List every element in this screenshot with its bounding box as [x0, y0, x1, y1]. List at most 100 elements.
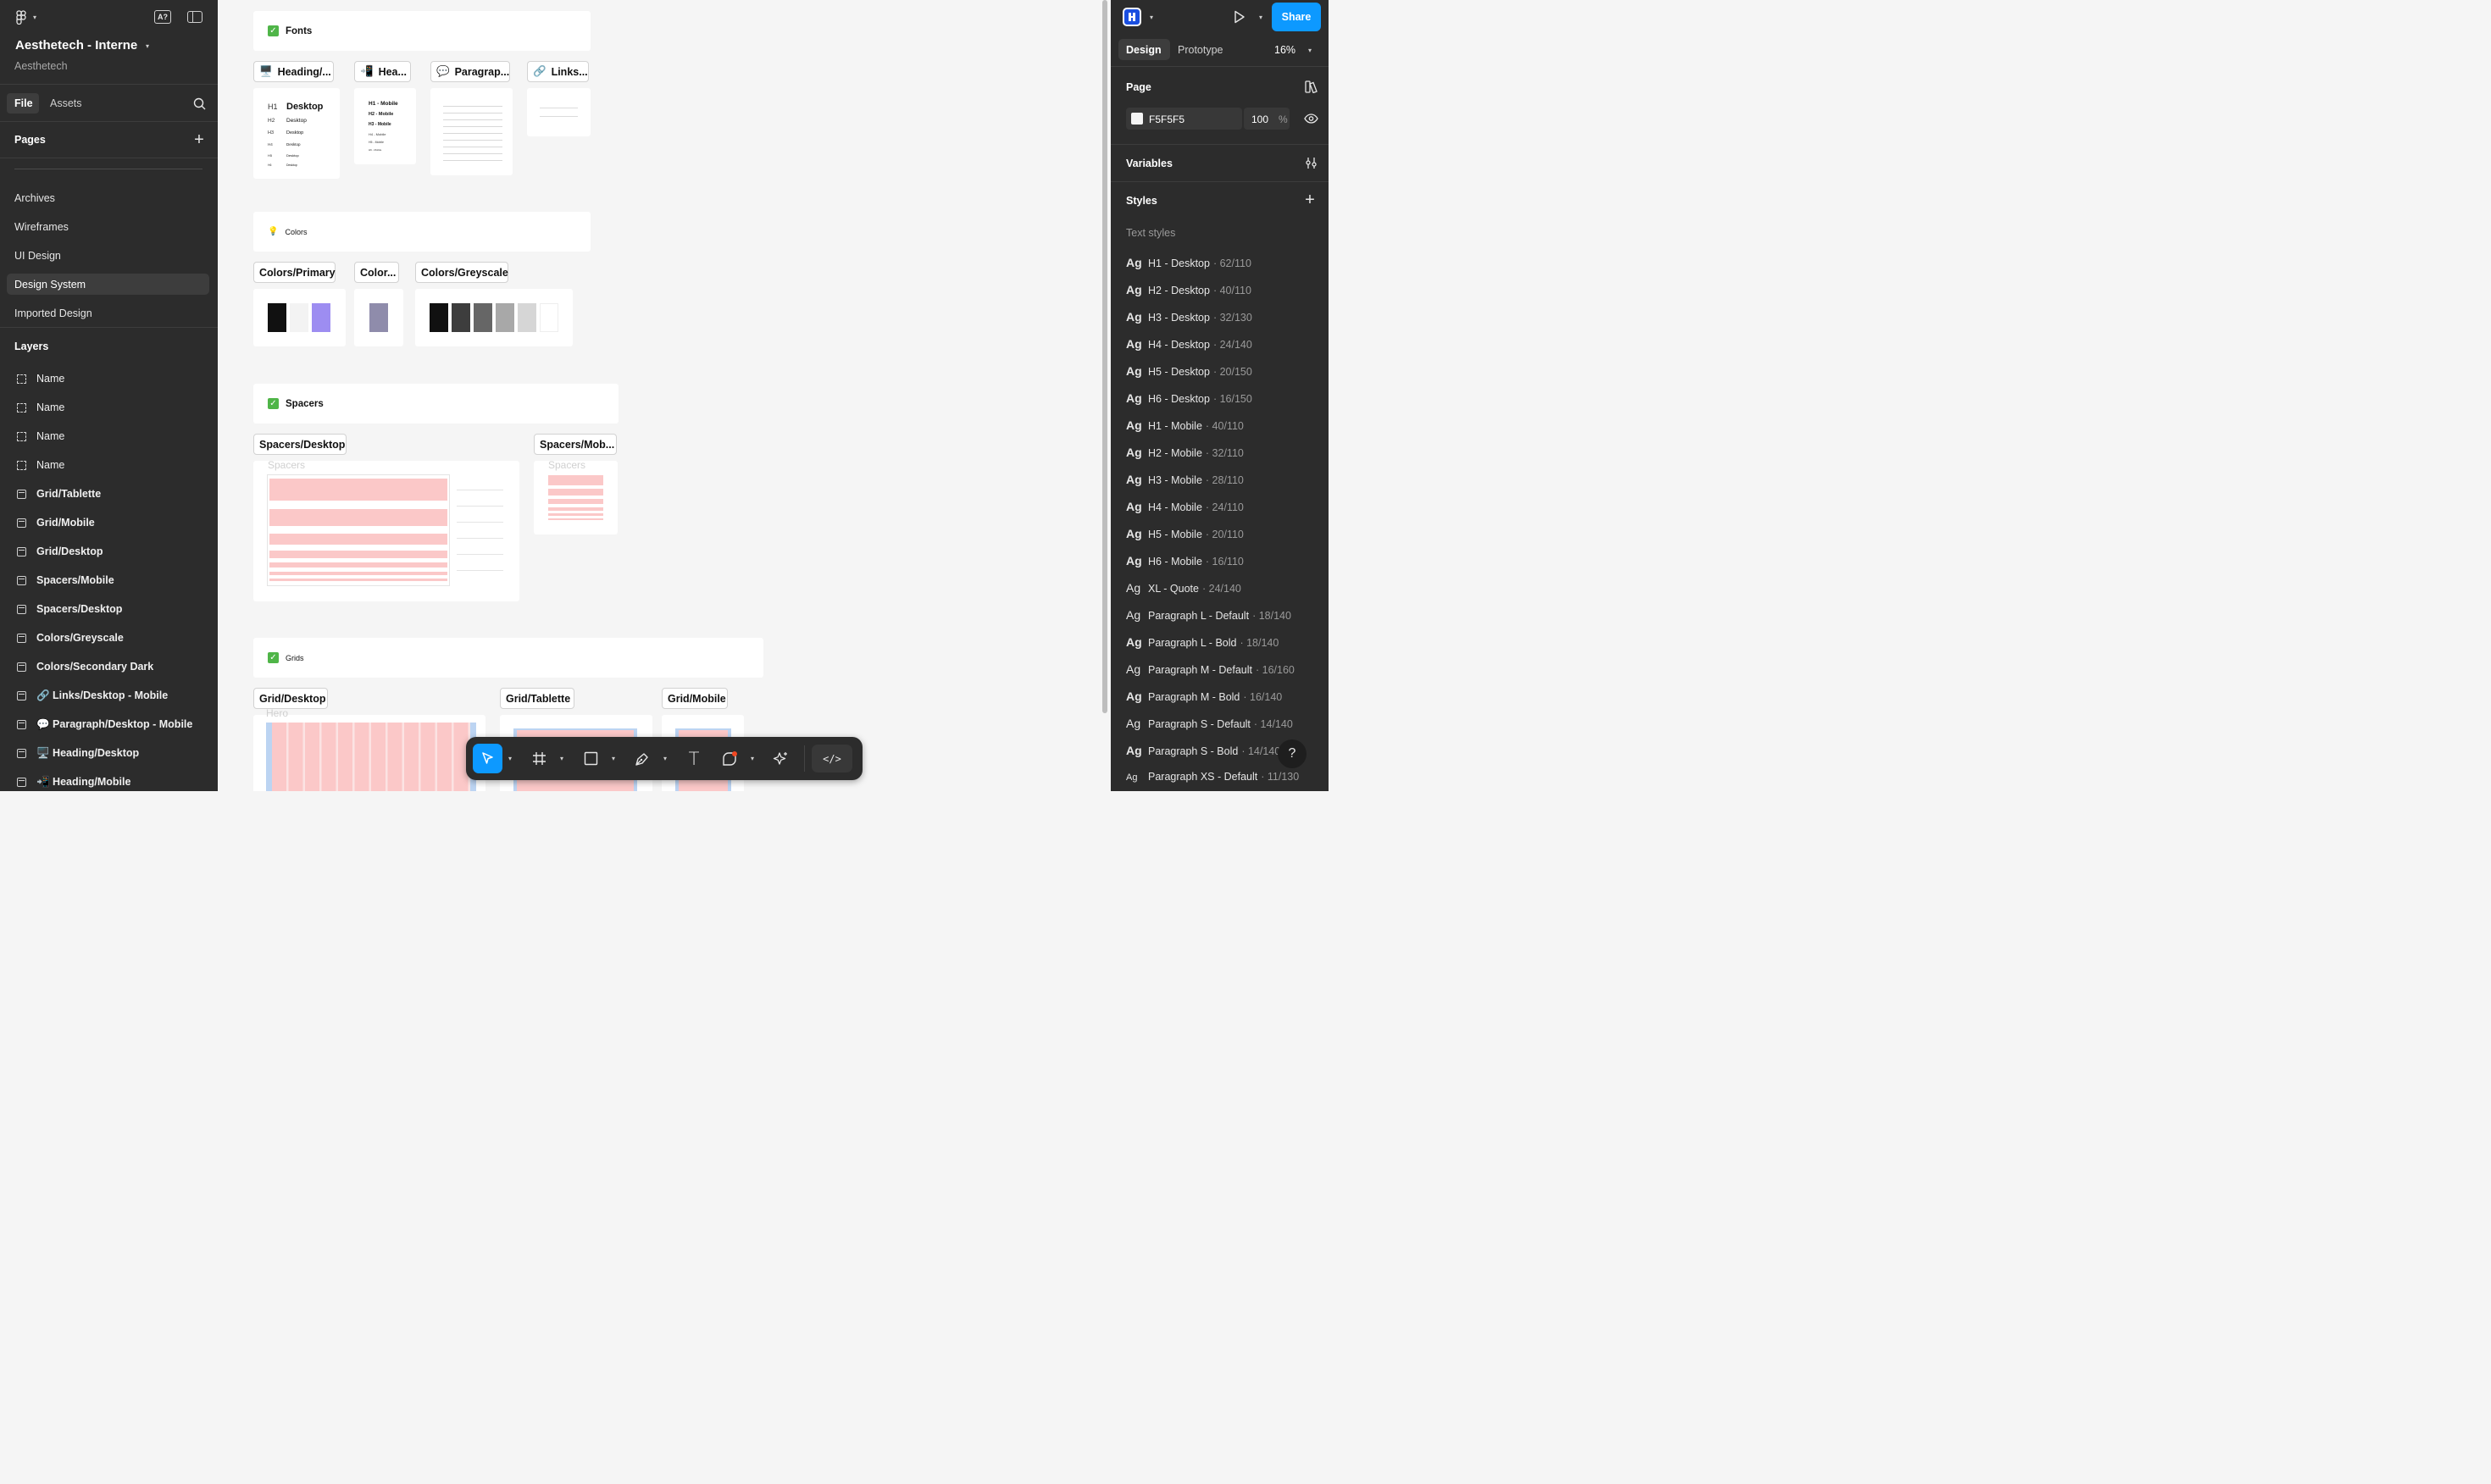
page-archives[interactable]: Archives	[14, 192, 55, 204]
spacers-section-header[interactable]: ✓ Spacers	[253, 384, 619, 424]
layer-row[interactable]: Spacers/Mobile	[0, 566, 218, 595]
layer-row[interactable]: Name	[0, 422, 218, 451]
share-button[interactable]: Share	[1272, 3, 1321, 31]
variables-settings-icon[interactable]	[1303, 155, 1318, 170]
add-style-icon[interactable]: +	[1302, 191, 1318, 209]
text-style-item[interactable]: Ag Paragraph M - Bold · 16/140	[1126, 689, 1282, 703]
play-icon[interactable]	[1232, 9, 1247, 25]
layer-row[interactable]: 💬 Paragraph/Desktop - Mobile	[0, 710, 218, 739]
text-style-item[interactable]: Ag H6 - Mobile · 16/110	[1126, 554, 1244, 568]
search-icon[interactable]	[191, 96, 207, 111]
tab-prototype[interactable]: Prototype	[1178, 44, 1223, 56]
eye-icon[interactable]	[1302, 111, 1319, 126]
page-opacity-value[interactable]: 100	[1251, 114, 1268, 125]
spacers-desktop-frame[interactable]: Spacers	[253, 459, 519, 601]
help-button[interactable]: ?	[1278, 739, 1307, 768]
text-style-item[interactable]: Ag Paragraph S - Bold · 14/140	[1126, 744, 1280, 757]
layer-row[interactable]: Name	[0, 393, 218, 422]
frame-tag-links[interactable]: 🔗 Links...	[527, 61, 589, 82]
text-style-item[interactable]: Ag H2 - Desktop · 40/110	[1126, 283, 1251, 296]
sidebar-toggle-icon[interactable]	[187, 11, 202, 23]
frame-tag-colors-primary[interactable]: Colors/Primary	[253, 262, 336, 283]
text-style-item[interactable]: Ag H4 - Desktop · 24/140	[1126, 337, 1252, 351]
page-wireframes[interactable]: Wireframes	[14, 221, 69, 233]
frame-tag-paragraph[interactable]: 💬 Paragrap...	[430, 61, 510, 82]
layer-row[interactable]: 🖥️ Heading/Desktop	[0, 739, 218, 767]
chevron-down-icon[interactable]: ▾	[1257, 12, 1265, 22]
fonts-section-header[interactable]: ✓ Fonts	[253, 11, 591, 51]
text-style-item[interactable]: Ag H4 - Mobile · 24/110	[1126, 500, 1244, 513]
color-swatch[interactable]	[496, 303, 514, 332]
text-style-item[interactable]: Ag Paragraph S - Default · 14/140	[1126, 717, 1293, 730]
frame-tag-grid-tablette[interactable]: Grid/Tablette	[500, 688, 574, 709]
color-swatch[interactable]	[430, 303, 448, 332]
grids-section-header[interactable]: ✓ Grids	[253, 638, 763, 678]
color-swatch[interactable]	[474, 303, 492, 332]
text-style-item[interactable]: Ag Paragraph XS - Default · 11/130	[1126, 771, 1299, 783]
layer-row[interactable]: Colors/Greyscale	[0, 623, 218, 652]
shape-tool-button[interactable]	[718, 737, 741, 780]
add-page-icon[interactable]: +	[191, 130, 207, 149]
chevron-down-icon[interactable]: ▾	[1306, 45, 1314, 55]
layer-row[interactable]: Grid/Tablette	[0, 479, 218, 508]
page-color-swatch[interactable]	[1131, 113, 1143, 125]
heading-mobile-frame[interactable]: H1 - Mobile H2 - Mobile H3 - Mobile H4 -…	[354, 88, 416, 164]
variables-heading[interactable]: Variables	[1126, 158, 1173, 169]
text-style-item[interactable]: Ag H6 - Desktop · 16/150	[1126, 391, 1252, 405]
text-style-item[interactable]: Ag H2 - Mobile · 32/110	[1126, 446, 1244, 459]
paragraph-frame[interactable]	[430, 88, 513, 175]
color-swatch[interactable]	[540, 303, 558, 332]
text-style-item[interactable]: Ag Paragraph L - Default · 18/140	[1126, 608, 1291, 622]
color-swatch[interactable]	[290, 303, 308, 332]
frame-tag-colors-greyscale[interactable]: Colors/Greyscale	[415, 262, 508, 283]
layer-row[interactable]: 🔗 Links/Desktop - Mobile	[0, 681, 218, 710]
file-title[interactable]: Aesthetech - Interne	[15, 38, 137, 53]
colors-section-header[interactable]: 💡 Colors	[253, 212, 591, 252]
color-swatch[interactable]	[452, 303, 470, 332]
chevron-down-icon[interactable]: ▾	[143, 41, 152, 51]
zoom-level[interactable]: 16%	[1274, 44, 1295, 56]
text-style-item[interactable]: Ag Paragraph L - Bold · 18/140	[1126, 635, 1279, 649]
canvas[interactable]: ✓ Fonts 🖥️ Heading/... 📲 Hea... 💬 Paragrap.…	[218, 0, 1111, 791]
plugin-avatar-icon[interactable]	[1123, 8, 1141, 26]
tab-design[interactable]: Design	[1126, 44, 1162, 56]
text-style-item[interactable]: Ag Paragraph M - Default · 16/160	[1126, 662, 1295, 676]
colors-secondary-frame[interactable]	[354, 289, 403, 346]
text-style-item[interactable]: Ag H3 - Desktop · 32/130	[1126, 310, 1252, 324]
color-swatch[interactable]	[369, 303, 388, 332]
chevron-down-icon[interactable]: ▾	[747, 737, 757, 780]
pen-tool-button[interactable]	[631, 737, 653, 780]
layer-row[interactable]: Grid/Desktop	[0, 537, 218, 566]
frame-tag-heading-desktop[interactable]: 🖥️ Heading/...	[253, 61, 334, 82]
tab-assets[interactable]: Assets	[50, 97, 82, 109]
colors-greyscale-frame[interactable]	[415, 289, 573, 346]
color-swatch[interactable]	[518, 303, 536, 332]
canvas-scrollbar[interactable]	[1102, 0, 1107, 713]
grid-desktop-frame[interactable]: Hero	[253, 707, 485, 791]
text-style-item[interactable]: Ag H3 - Mobile · 28/110	[1126, 473, 1244, 486]
heading-desktop-frame[interactable]: H1 Desktop H2 Desktop H3 Desktop H4 Desk…	[253, 88, 340, 179]
actions-tool-button[interactable]	[770, 737, 792, 780]
page-design-system[interactable]: Design System	[14, 279, 86, 291]
frame-tag-grid-mobile[interactable]: Grid/Mobile	[662, 688, 728, 709]
layer-row[interactable]: Grid/Mobile	[0, 508, 218, 537]
dev-mode-toggle[interactable]: </>	[812, 745, 852, 772]
layer-row[interactable]: Spacers/Desktop	[0, 595, 218, 623]
links-frame[interactable]	[527, 88, 591, 136]
text-style-item[interactable]: Ag H5 - Mobile · 20/110	[1126, 527, 1244, 540]
text-style-item[interactable]: Ag H1 - Desktop · 62/110	[1126, 256, 1251, 269]
library-icon[interactable]	[1303, 79, 1318, 94]
colors-primary-frame[interactable]	[253, 289, 346, 346]
chevron-down-icon[interactable]: ▾	[31, 12, 39, 22]
rectangle-tool-button[interactable]	[580, 737, 602, 780]
text-style-item[interactable]: Ag H5 - Desktop · 20/150	[1126, 364, 1252, 378]
translate-icon[interactable]: A?	[154, 10, 171, 24]
page-color-value[interactable]: F5F5F5	[1149, 114, 1184, 125]
figma-menu-icon[interactable]	[14, 9, 28, 25]
layer-row[interactable]: Name	[0, 451, 218, 479]
text-style-item[interactable]: Ag H1 - Mobile · 40/110	[1126, 418, 1244, 432]
frame-tag-colors-secondary[interactable]: Color...	[354, 262, 399, 283]
frame-tag-spacers-mobile[interactable]: Spacers/Mob...	[534, 434, 617, 455]
layer-row[interactable]: 📲 Heading/Mobile	[0, 767, 218, 791]
text-tool-button[interactable]: T	[683, 737, 705, 780]
